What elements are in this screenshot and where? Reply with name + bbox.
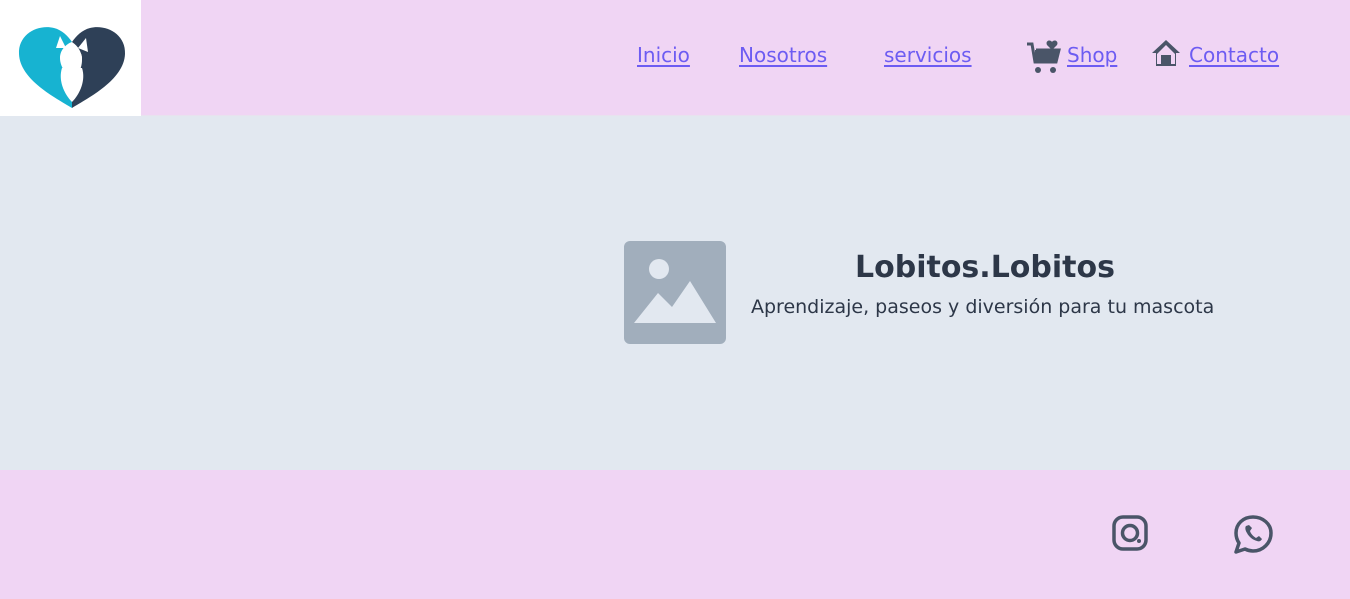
hero-section: Lobitos.Lobitos Aprendizaje, paseos y di… [0,116,1350,469]
nav-servicios-link[interactable]: servicios [884,43,972,67]
image-placeholder-icon [624,241,726,344]
site-logo[interactable] [0,0,141,122]
hero-subtitle: Aprendizaje, paseos y diversión para tu … [751,296,1215,318]
hero-title: Lobitos.Lobitos [855,250,1115,285]
heart-pets-logo-icon [18,27,126,109]
instagram-icon[interactable] [1112,515,1148,551]
home-icon[interactable] [1151,39,1181,67]
nav-contacto-link[interactable]: Contacto [1189,43,1279,67]
site-footer [0,470,1350,599]
site-header: Inicio Nosotros servicios Shop Contacto [0,0,1350,122]
whatsapp-icon[interactable] [1233,514,1274,554]
nav-nosotros-link[interactable]: Nosotros [739,43,827,67]
nav-inicio-link[interactable]: Inicio [637,43,690,67]
cart-heart-icon[interactable] [1026,40,1062,76]
nav-shop-link[interactable]: Shop [1067,43,1117,67]
